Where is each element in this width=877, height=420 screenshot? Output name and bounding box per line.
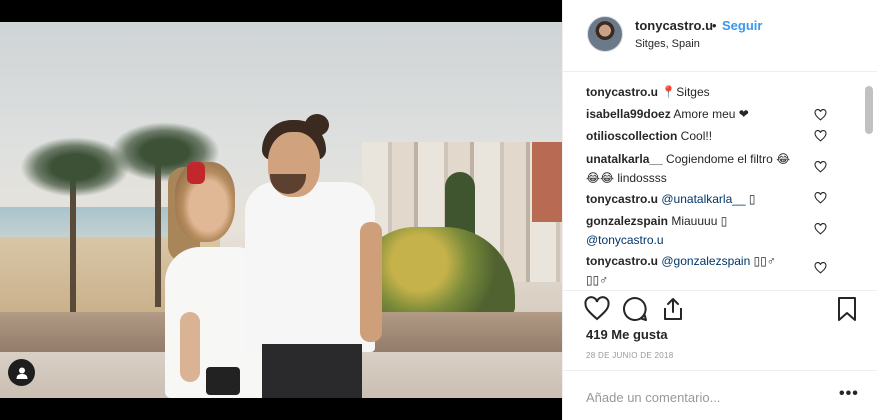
post-date: 28 DE JUNIO DE 2018 bbox=[586, 351, 674, 360]
list-item: otilioscollection Cool!! bbox=[586, 127, 826, 146]
comment-like-heart-icon[interactable] bbox=[814, 192, 827, 204]
add-comment-bar: ••• bbox=[563, 370, 877, 420]
list-item: tonycastro.u @unatalkarla__ ▯ bbox=[586, 190, 826, 209]
comment-username[interactable]: tonycastro.u bbox=[586, 85, 658, 99]
comment-like-heart-icon[interactable] bbox=[814, 262, 827, 274]
follow-button[interactable]: Seguir bbox=[722, 18, 762, 33]
comments-list[interactable]: tonycastro.u 📍Sitges isabella99doez Amor… bbox=[563, 80, 863, 288]
comment-username[interactable]: gonzalezspain bbox=[586, 214, 668, 228]
comment-text: 📍Sitges bbox=[658, 85, 710, 99]
separator-dot: • bbox=[712, 18, 717, 33]
comments-scrollbar[interactable] bbox=[865, 86, 873, 134]
comment-text: Amore meu ❤ bbox=[670, 107, 749, 121]
bookmark-icon[interactable] bbox=[833, 295, 861, 323]
comment-mention[interactable]: @tonycastro.u bbox=[586, 233, 664, 247]
comment-like-heart-icon[interactable] bbox=[814, 109, 827, 121]
comment-text-continued: ▯▯♂ bbox=[586, 273, 609, 287]
post-panel: tonycastro.u • Seguir Sitges, Spain tony… bbox=[562, 0, 877, 420]
comment-username[interactable]: otilioscollection bbox=[586, 129, 677, 143]
comment-like-heart-icon[interactable] bbox=[814, 223, 827, 235]
comment-text: Miauuuu ▯ bbox=[668, 214, 728, 228]
comment-input[interactable] bbox=[586, 387, 826, 407]
comment-mention[interactable]: @gonzalezspain bbox=[661, 254, 750, 268]
comment-icon[interactable] bbox=[621, 295, 649, 323]
list-item: tonycastro.u 📍Sitges bbox=[586, 83, 826, 102]
comment-like-heart-icon[interactable] bbox=[814, 130, 827, 142]
comment-username[interactable]: tonycastro.u bbox=[586, 254, 658, 268]
post-actions bbox=[563, 290, 877, 330]
list-item: unatalkarla__ Cogiendome el filtro 😂 😂😂 … bbox=[586, 150, 826, 188]
list-item: gonzalezspain Miauuuu ▯ @tonycastro.u bbox=[586, 212, 826, 250]
avatar[interactable] bbox=[587, 16, 623, 52]
comment-like-heart-icon[interactable] bbox=[814, 161, 827, 173]
header-username[interactable]: tonycastro.u bbox=[635, 18, 713, 33]
comment-mention[interactable]: @unatalkarla__ bbox=[661, 192, 745, 206]
post-photo[interactable] bbox=[0, 22, 562, 398]
comment-text: ▯ bbox=[745, 192, 756, 206]
post-media bbox=[0, 0, 562, 420]
comment-text: Cool!! bbox=[677, 129, 713, 143]
comment-text-continued: 😂😂 lindossss bbox=[586, 171, 667, 185]
likes-count[interactable]: 419 Me gusta bbox=[586, 327, 668, 342]
comment-text: Cogiendome el filtro 😂 bbox=[662, 152, 791, 166]
comment-username[interactable]: isabella99doez bbox=[586, 107, 671, 121]
comment-username[interactable]: unatalkarla__ bbox=[586, 152, 663, 166]
list-item: tonycastro.u @gonzalezspain ▯▯♂ ▯▯♂ bbox=[586, 252, 826, 288]
comment-username[interactable]: tonycastro.u bbox=[586, 192, 658, 206]
list-item: isabella99doez Amore meu ❤ bbox=[586, 105, 826, 124]
location-link[interactable]: Sitges, Spain bbox=[635, 38, 700, 50]
heart-icon[interactable] bbox=[583, 295, 611, 323]
more-options-button[interactable]: ••• bbox=[839, 385, 859, 403]
post-header: tonycastro.u • Seguir Sitges, Spain bbox=[563, 0, 877, 72]
share-icon[interactable] bbox=[659, 295, 687, 323]
user-tag-icon[interactable] bbox=[8, 359, 35, 386]
comment-text: ▯▯♂ bbox=[750, 254, 776, 268]
